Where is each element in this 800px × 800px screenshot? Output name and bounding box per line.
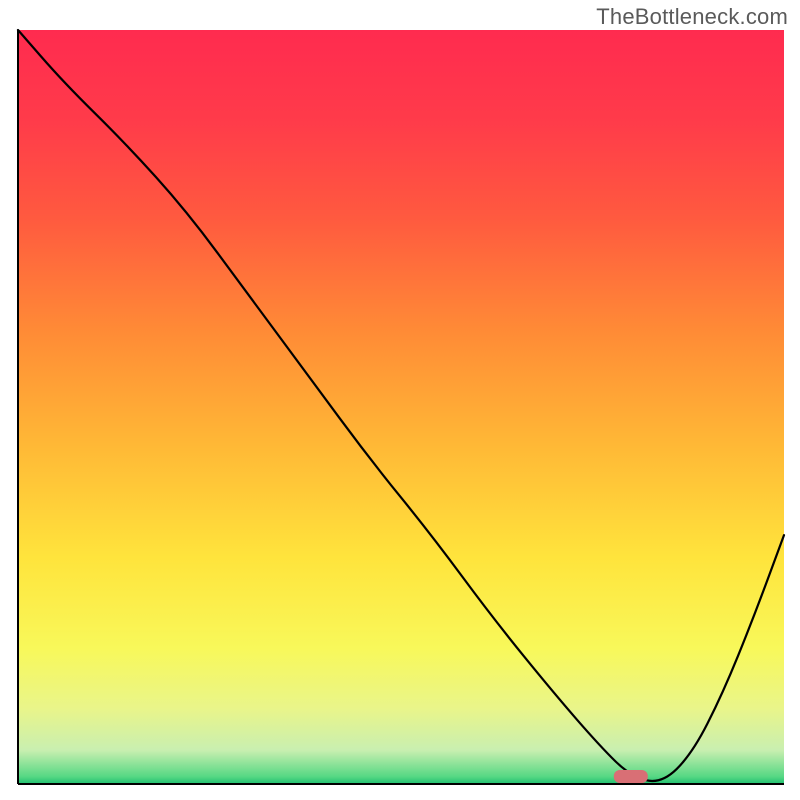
optimal-marker bbox=[614, 770, 648, 783]
bottleneck-chart: TheBottleneck.com bbox=[0, 0, 800, 800]
plot-background bbox=[18, 30, 784, 784]
watermark-text: TheBottleneck.com bbox=[596, 4, 788, 30]
chart-svg bbox=[0, 0, 800, 800]
